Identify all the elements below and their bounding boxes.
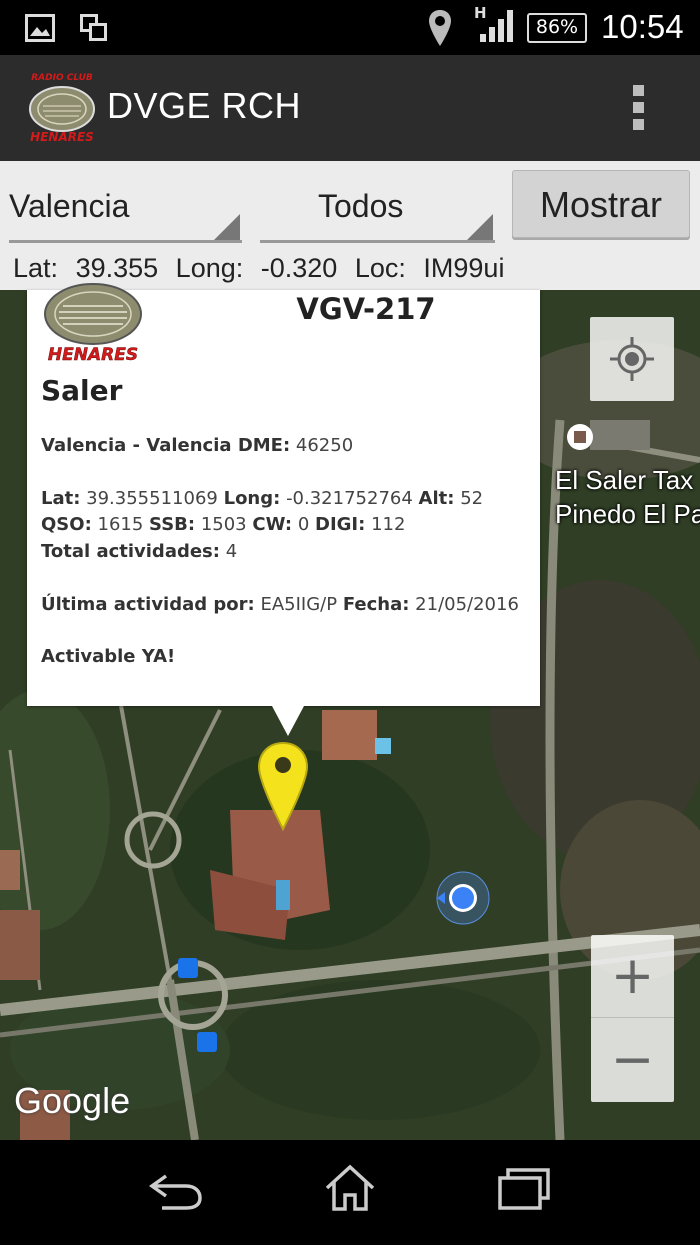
qso-label: QSO: [41, 514, 92, 535]
clock: 10:54 [601, 8, 684, 45]
lat-value: 39.355 [75, 253, 159, 283]
vertex-name: Saler [41, 374, 123, 407]
long-value: -0.321752764 [286, 488, 413, 509]
show-button[interactable]: Mostrar [512, 170, 690, 238]
lat-label: Lat: [41, 488, 81, 509]
poi-label-line1[interactable]: El Saler Tax [555, 465, 693, 496]
area-line: Valencia - Valencia DME: 46250 [41, 435, 353, 456]
poi-marker-icon[interactable] [567, 424, 593, 450]
long-value: -0.320 [260, 253, 338, 283]
ssb-value: 1503 [200, 514, 247, 535]
screenshot-notification-icon [80, 14, 107, 41]
area-label: Valencia - Valencia DME: [41, 435, 291, 456]
long-label: Long: [223, 488, 281, 509]
spinner-arrow-icon [214, 214, 240, 240]
battery-icon: 86% [527, 13, 587, 43]
cw-label: CW: [252, 514, 293, 535]
total-activities-line: Total actividades: 4 [41, 541, 237, 562]
my-location-button[interactable] [590, 317, 674, 401]
app-logo[interactable]: RADIO CLUB HENARES [27, 69, 97, 145]
alt-value: 52 [460, 488, 484, 509]
last-activity-label: Última actividad por: [41, 594, 255, 615]
overflow-menu-icon[interactable] [624, 83, 654, 133]
bus-stop-icon[interactable] [197, 1032, 217, 1052]
vertex-code: VGV-217 [296, 292, 436, 326]
logo-top-text: RADIO CLUB [31, 73, 93, 83]
filter-bar: Valencia Todos Mostrar Lat: 39.355 Long:… [0, 161, 700, 290]
home-icon[interactable] [324, 1164, 376, 1212]
loc-value: IM99ui [423, 253, 505, 283]
contacts-line: QSO: 1615 SSB: 1503 CW: 0 DIGI: 112 [41, 514, 405, 535]
ssb-label: SSB: [149, 514, 196, 535]
app-title: DVGE RCH [107, 85, 302, 126]
action-bar: RADIO CLUB HENARES DVGE RCH [0, 55, 700, 161]
vertex-info-window[interactable]: HENARES VGV-217 Saler Valencia - Valenci… [27, 283, 540, 706]
navigation-bar [0, 1140, 700, 1245]
battery-level: 86% [535, 16, 579, 38]
coordinates-line: Lat: 39.355511069 Long: -0.321752764 Alt… [41, 488, 483, 509]
total-value: 4 [225, 541, 238, 562]
province-spinner[interactable]: Valencia [9, 161, 242, 243]
zoom-in-button[interactable]: + [591, 935, 674, 1018]
status-line: Activable YA! [41, 646, 175, 667]
zoom-controls: + − [591, 935, 674, 1102]
info-window-pointer [272, 706, 304, 736]
spinner-arrow-icon [467, 214, 493, 240]
poi-label-line2[interactable]: Pinedo El Pa [555, 499, 700, 530]
type-spinner[interactable]: Todos [260, 161, 495, 243]
google-attribution: Google [14, 1080, 131, 1121]
location-pin-icon [429, 10, 451, 46]
crosshair-icon [610, 337, 654, 381]
lat-label: Lat: [13, 253, 59, 283]
signal-strength-icon [480, 10, 513, 42]
zoom-out-button[interactable]: − [591, 1019, 674, 1102]
my-location-dot-icon [436, 871, 490, 925]
gallery-notification-icon [25, 14, 55, 42]
logo-text: HENARES [48, 345, 138, 364]
total-label: Total actividades: [41, 541, 220, 562]
area-value: 46250 [295, 435, 354, 456]
digi-label: DIGI: [315, 514, 366, 535]
alt-label: Alt: [418, 488, 455, 509]
recent-apps-icon[interactable] [498, 1166, 552, 1210]
lat-value: 39.355511069 [86, 488, 218, 509]
status-text: Activable YA! [41, 646, 176, 667]
province-spinner-value: Valencia [9, 188, 130, 224]
back-icon[interactable] [148, 1168, 204, 1212]
bus-stop-icon[interactable] [178, 958, 198, 978]
status-bar: H 86% 10:54 [0, 0, 700, 55]
vertex-marker-icon[interactable] [257, 741, 309, 831]
logo-bottom-text: HENARES [30, 130, 94, 144]
date-value: 21/05/2016 [415, 594, 519, 615]
loc-label: Loc: [354, 253, 406, 283]
last-activity-line: Última actividad por: EA5IIG/P Fecha: 21… [41, 594, 519, 615]
last-activity-value: EA5IIG/P [260, 594, 338, 615]
digi-value: 112 [371, 514, 406, 535]
long-label: Long: [175, 253, 244, 283]
type-spinner-value: Todos [318, 188, 404, 224]
date-label: Fecha: [342, 594, 410, 615]
qso-value: 1615 [97, 514, 144, 535]
cw-value: 0 [297, 514, 310, 535]
